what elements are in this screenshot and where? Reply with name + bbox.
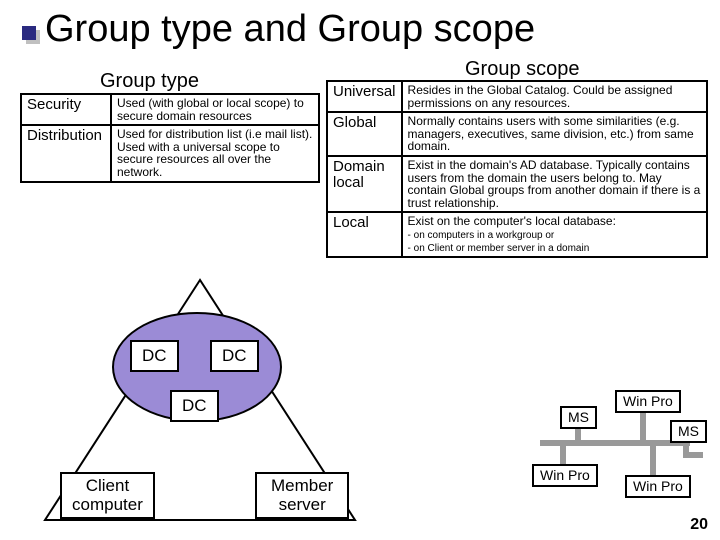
table-row: Universal Resides in the Global Catalog.… <box>327 81 707 112</box>
scope-desc-sub: - on computers in a workgroup or - on Cl… <box>408 230 590 254</box>
group-scope-table: Universal Resides in the Global Catalog.… <box>326 80 708 258</box>
scope-desc: Resides in the Global Catalog. Could be … <box>402 81 707 112</box>
dc-box: DC <box>130 340 179 372</box>
network-segment <box>650 440 656 480</box>
scope-desc: Normally contains users with some simila… <box>402 112 707 156</box>
ms-node: MS <box>670 420 707 443</box>
network-segment <box>640 412 646 442</box>
network-segment <box>683 452 703 458</box>
dc-box: DC <box>210 340 259 372</box>
table-row: Local Exist on the computer's local data… <box>327 212 707 257</box>
table-row: Global Normally contains users with some… <box>327 112 707 156</box>
winpro-node: Win Pro <box>532 464 598 487</box>
domain-diagram: DC DC DC Client computer Member server <box>20 270 390 530</box>
scope-desc: Exist in the domain's AD database. Typic… <box>402 156 707 212</box>
title-bullet <box>22 26 36 40</box>
scope-desc-main: Exist on the computer's local database: <box>408 214 616 228</box>
winpro-node: Win Pro <box>615 390 681 413</box>
dc-box: DC <box>170 390 219 422</box>
group-type-heading: Group type <box>100 70 199 93</box>
table-row: Domain local Exist in the domain's AD da… <box>327 156 707 212</box>
table-row: Distribution Used for distribution list … <box>21 125 319 181</box>
page-number: 20 <box>690 516 708 534</box>
client-computer-box: Client computer <box>60 472 155 519</box>
winpro-node: Win Pro <box>625 475 691 498</box>
scope-desc: Exist on the computer's local database: … <box>402 212 707 257</box>
type-desc: Used for distribution list (i.e mail lis… <box>111 125 319 181</box>
table-row: Security Used (with global or local scop… <box>21 94 319 125</box>
page-title: Group type and Group scope <box>45 8 535 51</box>
network-diagram: MS Win Pro MS Win Pro Win Pro <box>500 390 720 540</box>
type-name: Security <box>21 94 111 125</box>
type-name: Distribution <box>21 125 111 181</box>
scope-name: Domain local <box>327 156 402 212</box>
scope-name: Global <box>327 112 402 156</box>
type-desc: Used (with global or local scope) to sec… <box>111 94 319 125</box>
ms-node: MS <box>560 406 597 429</box>
scope-name: Universal <box>327 81 402 112</box>
scope-name: Local <box>327 212 402 257</box>
group-scope-heading: Group scope <box>465 58 580 81</box>
group-type-table: Security Used (with global or local scop… <box>20 93 320 183</box>
member-server-box: Member server <box>255 472 349 519</box>
